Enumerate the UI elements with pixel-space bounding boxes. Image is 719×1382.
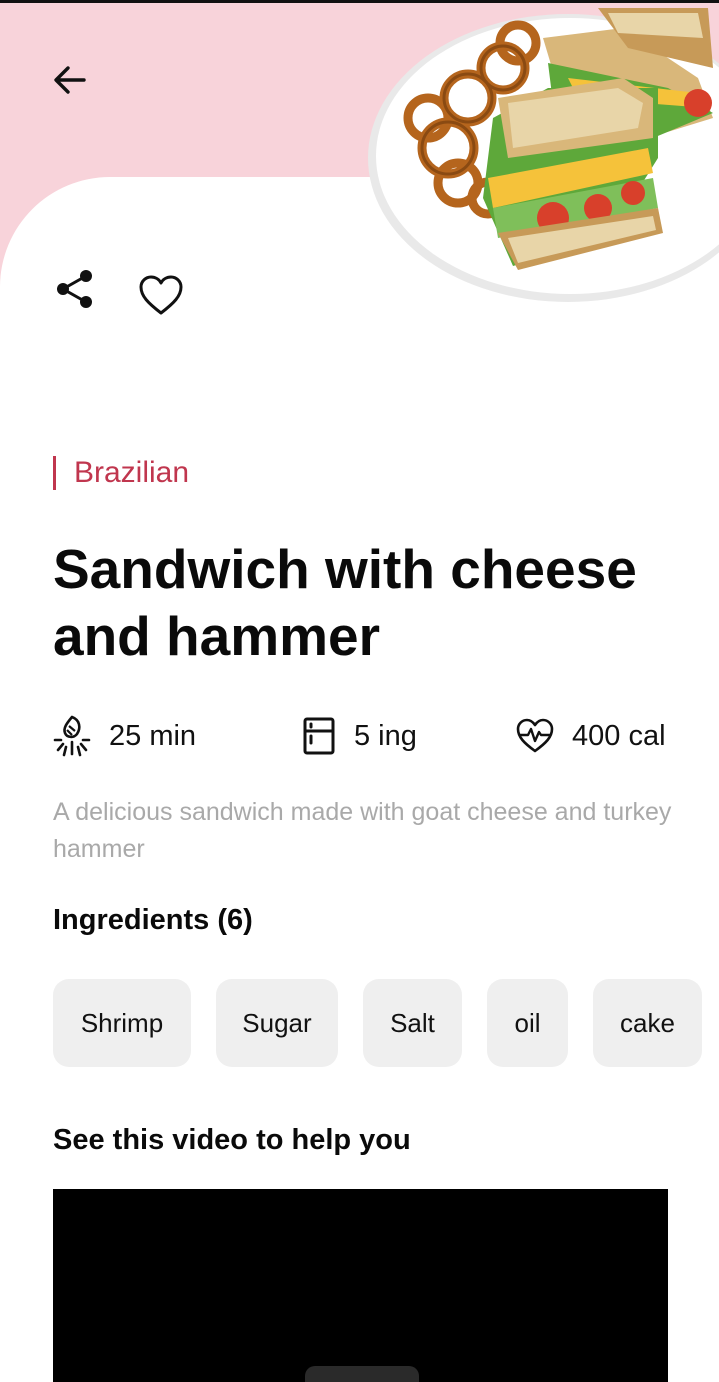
stat-time-value: 25 min [109, 719, 197, 752]
stat-ingredients-value: 5 ing [354, 719, 417, 752]
recipe-description: A delicious sandwich made with goat chee… [53, 798, 672, 863]
ingredients-heading: Ingredients (6) [53, 904, 253, 936]
video-control-handle[interactable] [305, 1366, 419, 1382]
ingredient-chips: Shrimp Sugar Salt oil cake [53, 979, 719, 1067]
heart-outline-icon [139, 275, 183, 315]
share-button[interactable] [52, 266, 98, 312]
recipe-detail-screen: Brazilian Sandwich with cheese and hamme… [0, 0, 719, 1382]
video-heading: See this video to help you [53, 1124, 411, 1156]
recipe-title: Sandwich with cheese and hammer [53, 538, 637, 667]
heart-pulse-icon [516, 718, 554, 753]
category-label: Brazilian [74, 456, 190, 489]
favorite-button[interactable] [136, 270, 186, 320]
ingredient-chip[interactable]: cake [593, 979, 702, 1067]
stat-calories-value: 400 cal [572, 719, 666, 752]
stat-time: 25 min [53, 708, 196, 764]
recipe-image [368, 8, 719, 302]
stat-ingredients: 5 ing [302, 708, 417, 764]
share-icon [57, 270, 92, 308]
video-player[interactable] [53, 1189, 668, 1382]
ingredient-chip[interactable]: Sugar [216, 979, 338, 1067]
arrow-left-icon [54, 66, 86, 94]
category-accent-bar [53, 456, 56, 490]
back-button[interactable] [48, 58, 92, 102]
category-tag: Brazilian [53, 455, 189, 491]
recipe-stats: 25 min 5 ing 400 cal [53, 708, 673, 764]
ingredient-chip[interactable]: Salt [363, 979, 462, 1067]
stat-calories: 400 cal [516, 708, 666, 764]
fridge-icon [303, 717, 335, 755]
ingredient-chip[interactable]: Shrimp [53, 979, 191, 1067]
cooking-time-icon [53, 715, 91, 757]
ingredient-chip[interactable]: oil [487, 979, 568, 1067]
